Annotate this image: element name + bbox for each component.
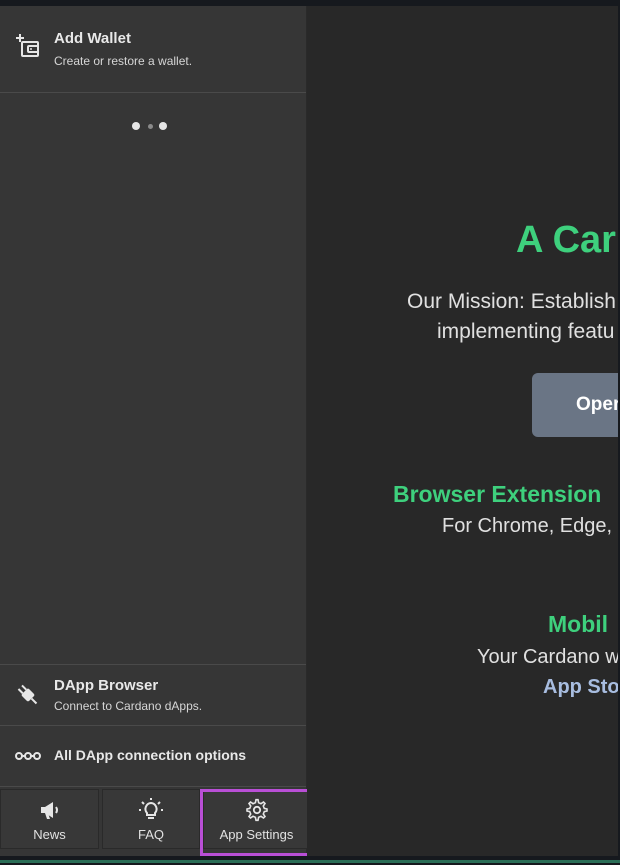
dapp-connection-options-title: All DApp connection options (54, 747, 247, 763)
dapp-browser-item[interactable]: DApp Browser Connect to Cardano dApps. (0, 665, 306, 725)
divider (0, 92, 306, 93)
megaphone-icon (40, 802, 58, 819)
browser-extension-heading: Browser Extension (393, 481, 602, 507)
hero-title: A Car (516, 219, 616, 261)
plug-icon (17, 684, 38, 705)
add-wallet-item[interactable]: Add Wallet Create or restore a wallet. (0, 6, 306, 92)
faq-button[interactable]: FAQ (102, 789, 200, 849)
sidebar: Add Wallet Create or restore a wallet. D… (0, 6, 306, 856)
dot (148, 123, 153, 129)
link-chain-icon (15, 752, 41, 760)
add-wallet-subtitle: Create or restore a wallet. (54, 54, 193, 68)
mobile-text: Your Cardano w (477, 646, 618, 668)
mission-text-line1: Our Mission: Establish (407, 290, 616, 313)
open-button[interactable]: Oper (532, 373, 618, 437)
add-wallet-icon (16, 34, 39, 57)
status-strip (0, 860, 620, 863)
mission-text-line2: implementing featu (437, 320, 615, 343)
news-button[interactable]: News (0, 789, 99, 849)
dapp-connection-options-item[interactable]: All DApp connection options (0, 726, 306, 786)
mobile-heading: Mobil (548, 611, 609, 637)
app-store-link[interactable]: App Sto (543, 676, 618, 699)
divider (0, 786, 306, 787)
selection-highlight (200, 789, 313, 856)
window-bottom-bar (0, 856, 620, 865)
main-content: A Car Our Mission: Establish implementin… (307, 6, 618, 856)
browser-extension-text: For Chrome, Edge, (442, 515, 613, 537)
dapp-browser-title: DApp Browser (54, 677, 159, 694)
faq-label: FAQ (137, 827, 164, 842)
dot (159, 122, 167, 130)
more-options-dots-icon[interactable] (132, 122, 172, 132)
dapp-browser-subtitle: Connect to Cardano dApps. (54, 699, 203, 713)
dot (132, 122, 140, 130)
news-label: News (33, 827, 66, 842)
open-button-label: Oper (576, 394, 618, 415)
lightbulb-icon (139, 798, 163, 819)
add-wallet-title: Add Wallet (54, 30, 131, 47)
